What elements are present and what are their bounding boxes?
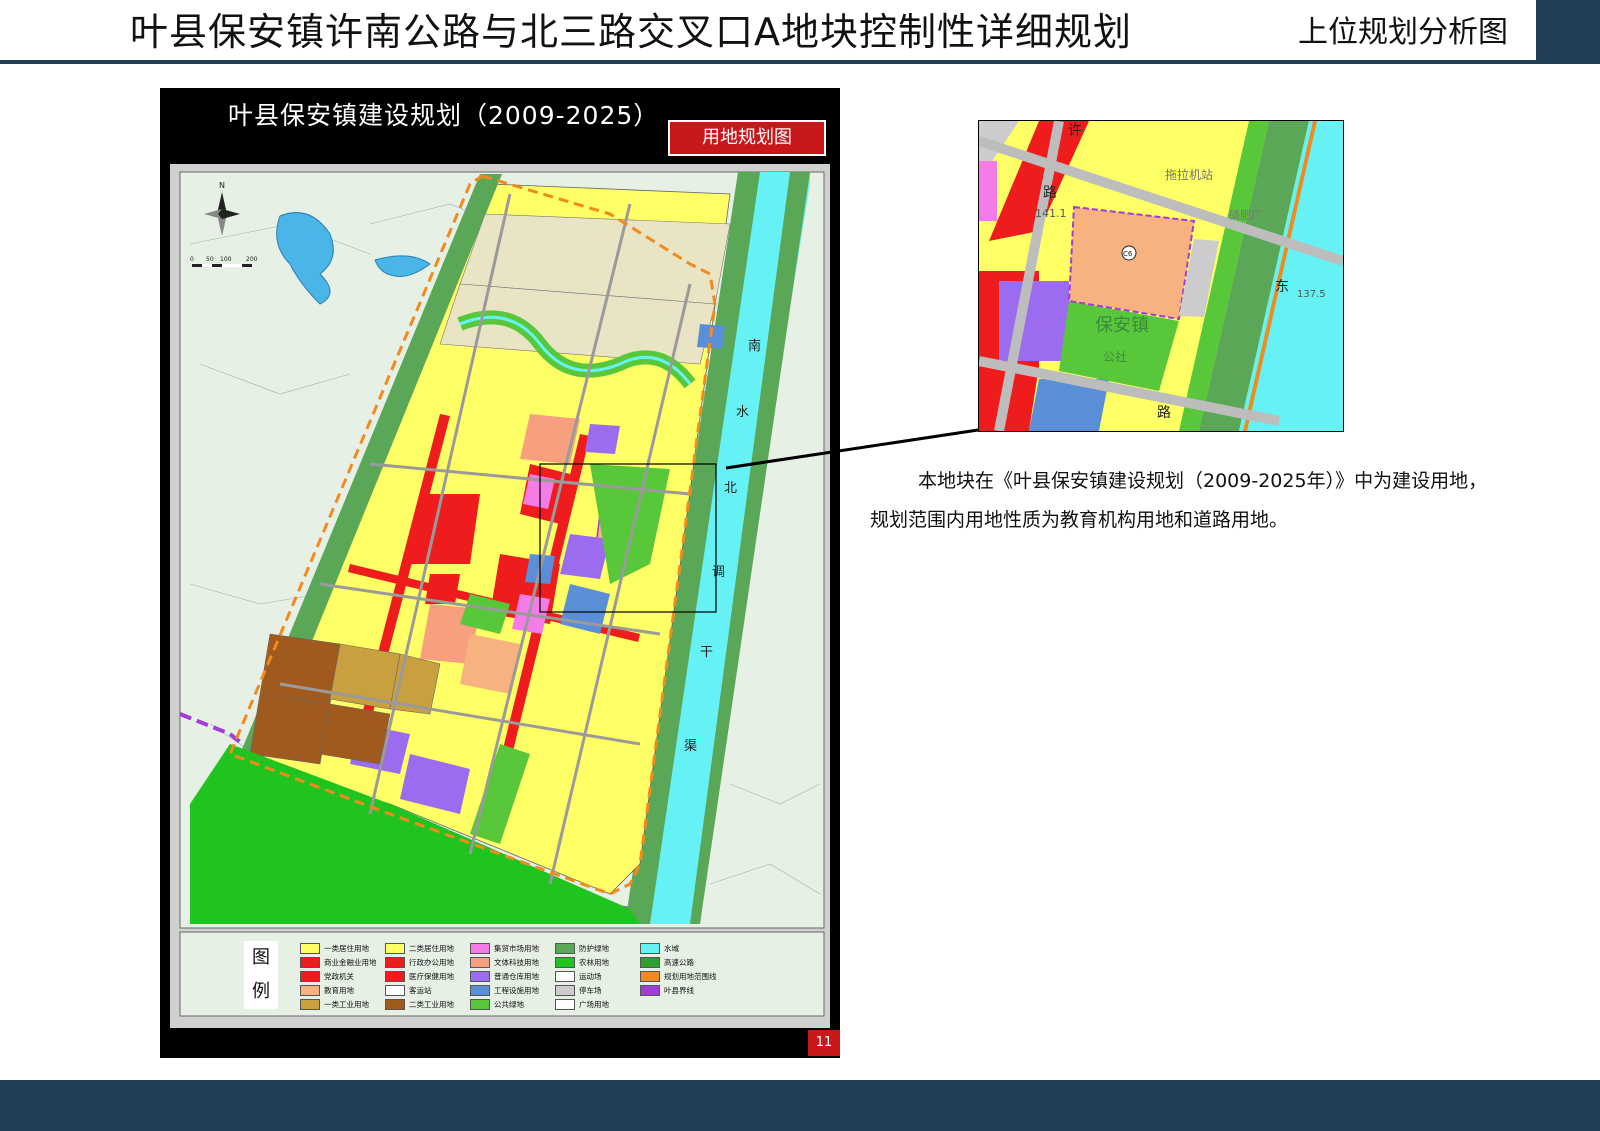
connector-overlay bbox=[725, 428, 979, 470]
footer-bar bbox=[0, 1080, 1600, 1131]
description: 本地块在《叶县保安镇建设规划（2009-2025年）》中为建设用地， 规划范围内… bbox=[870, 462, 1570, 540]
description-line-2: 规划范围内用地性质为教育机构用地和道路用地。 bbox=[870, 509, 1289, 531]
description-line-1: 本地块在《叶县保安镇建设规划（2009-2025年）》中为建设用地， bbox=[918, 470, 1488, 492]
